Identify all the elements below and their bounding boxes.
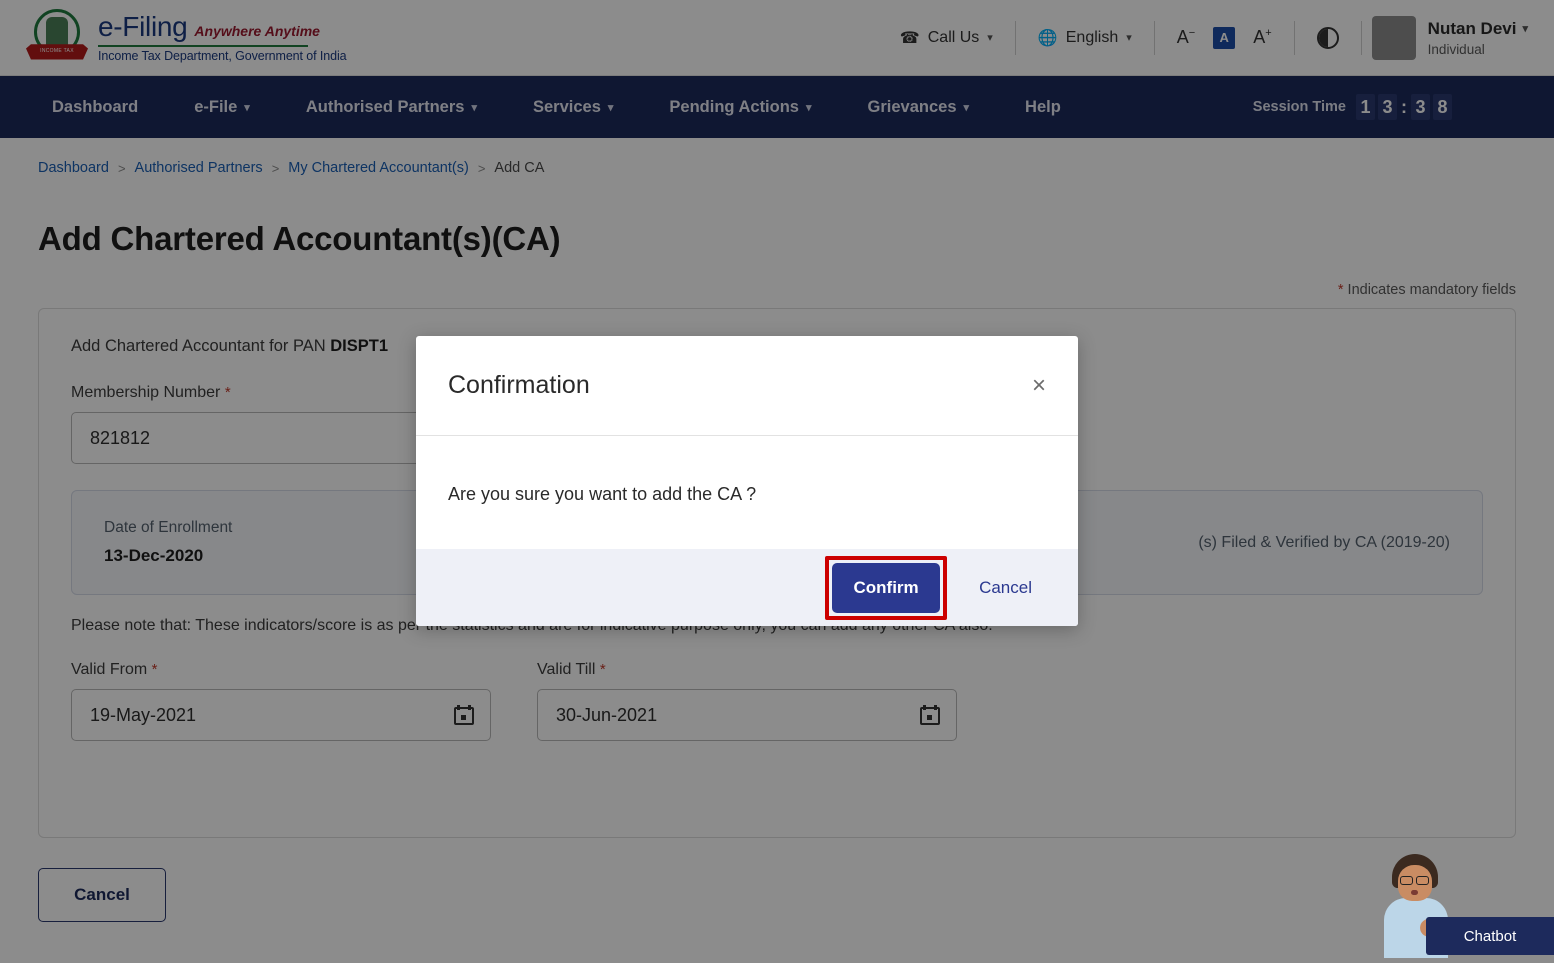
modal-body: Are you sure you want to add the CA ?	[416, 436, 1078, 549]
modal-message: Are you sure you want to add the CA ?	[448, 484, 1046, 505]
close-icon[interactable]: ×	[1032, 374, 1046, 398]
chatbot-label: Chatbot	[1464, 928, 1517, 945]
modal-header: Confirmation ×	[416, 336, 1078, 436]
confirm-button[interactable]: Confirm	[832, 563, 940, 613]
modal-cancel-button[interactable]: Cancel	[965, 578, 1046, 598]
chatbot-button[interactable]: Chatbot	[1426, 917, 1554, 955]
confirmation-modal: Confirmation × Are you sure you want to …	[416, 336, 1078, 626]
modal-footer: Confirm Cancel	[416, 549, 1078, 626]
chatbot-widget[interactable]: Chatbot	[1370, 850, 1554, 963]
modal-title: Confirmation	[448, 371, 590, 400]
confirm-button-highlight: Confirm	[825, 556, 947, 620]
